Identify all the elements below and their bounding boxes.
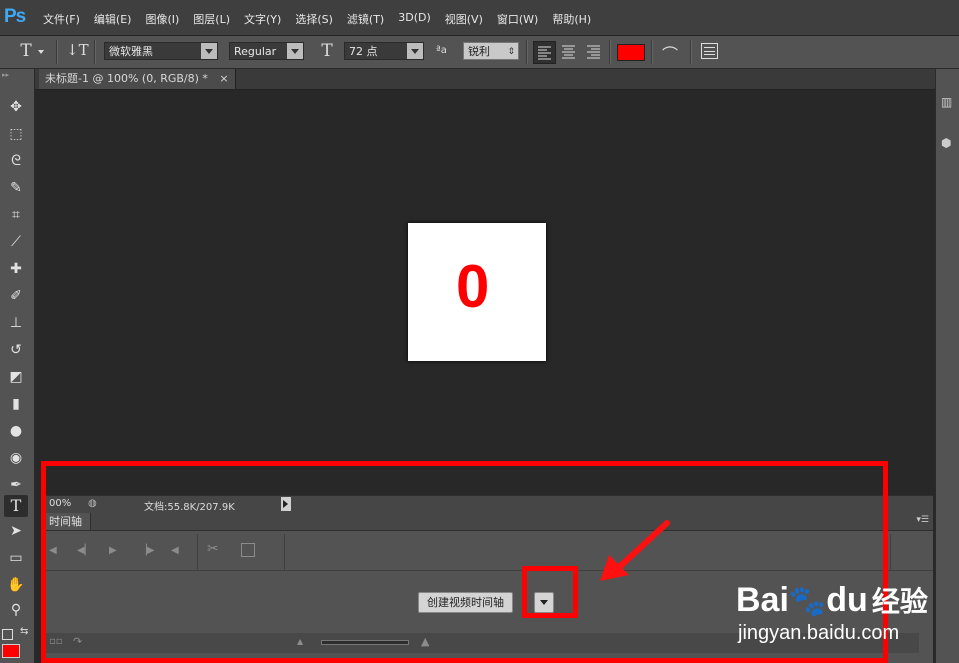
menu-filter[interactable]: 滤镜(T) bbox=[340, 11, 391, 27]
menu-layer[interactable]: 图层(L) bbox=[186, 11, 237, 27]
font-size-icon: T bbox=[321, 41, 333, 61]
watermark-brand-cn: 经验 bbox=[871, 586, 928, 617]
antialias-icon: ªa bbox=[436, 45, 447, 56]
menu-type[interactable]: 文字(Y) bbox=[237, 11, 288, 27]
divider bbox=[651, 40, 653, 64]
stepper-icon: ⇕ bbox=[507, 47, 515, 57]
menu-file[interactable]: 文件(F) bbox=[36, 11, 87, 27]
menu-view[interactable]: 视图(V) bbox=[438, 11, 490, 27]
menu-bar: Ps 文件(F) 编辑(E) 图像(I) 图层(L) 文字(Y) 选择(S) 滤… bbox=[0, 0, 959, 36]
type-tool-preset-icon[interactable]: T bbox=[16, 41, 36, 61]
antialias-value: 锐利 bbox=[468, 45, 490, 58]
panel-3d-icon[interactable]: ⬢ bbox=[941, 136, 951, 150]
brush-tool-icon[interactable]: ✐ bbox=[4, 285, 28, 307]
align-left-icon bbox=[538, 46, 551, 60]
canvas-text-layer: 0 bbox=[456, 253, 490, 320]
menu-list: 文件(F) 编辑(E) 图像(I) 图层(L) 文字(Y) 选择(S) 滤镜(T… bbox=[36, 11, 598, 27]
foreground-color-swatch[interactable] bbox=[2, 644, 20, 658]
align-right-button[interactable] bbox=[583, 41, 604, 62]
document-tab[interactable]: 未标题-1 @ 100% (0, RGB/8) * × bbox=[39, 69, 236, 89]
chevron-down-icon bbox=[287, 43, 303, 59]
antialias-select[interactable]: 锐利 ⇕ bbox=[463, 42, 519, 60]
blur-tool-icon[interactable]: ● bbox=[4, 420, 28, 442]
align-center-button[interactable] bbox=[558, 41, 579, 62]
tools-panel: ▸▸ ✥ ⬚ ᘓ ✎ ⌗ ⟋ ✚ ✐ ⊥ ↺ ◩ ▮ ● ◉ ✒ T ➤ ▭ ✋… bbox=[0, 69, 35, 663]
menu-window[interactable]: 窗口(W) bbox=[490, 11, 545, 27]
gradient-tool-icon[interactable]: ▮ bbox=[4, 393, 28, 415]
preset-chevron-down-icon[interactable] bbox=[38, 50, 44, 54]
history-brush-tool-icon[interactable]: ↺ bbox=[4, 339, 28, 361]
panel-menu-icon[interactable]: ▾☰ bbox=[916, 515, 929, 525]
annotation-arrow-icon bbox=[600, 520, 670, 581]
align-left-button[interactable] bbox=[533, 41, 556, 64]
divider bbox=[609, 40, 611, 64]
close-icon[interactable]: × bbox=[219, 72, 228, 85]
character-panel-icon[interactable] bbox=[701, 43, 718, 59]
watermark-brand: Bai bbox=[736, 581, 789, 619]
font-style-select[interactable]: Regular bbox=[229, 42, 304, 60]
options-bar: T ↓T 微软雅黑 Regular T 72 点 ªa 锐利 ⇕ ⌒ bbox=[0, 36, 959, 69]
shape-tool-icon[interactable]: ▭ bbox=[4, 547, 28, 569]
panel-histogram-icon[interactable]: ▥ bbox=[941, 95, 952, 109]
divider bbox=[94, 40, 96, 64]
right-panel-dock: ▥ ⬢ bbox=[935, 69, 959, 663]
chevron-down-icon bbox=[407, 43, 423, 59]
chevron-down-icon bbox=[201, 43, 217, 59]
divider bbox=[890, 534, 891, 570]
menu-select[interactable]: 选择(S) bbox=[288, 11, 340, 27]
baidu-watermark: Bai🐾du 经验 jingyan.baidu.com bbox=[736, 582, 928, 646]
collapse-icon[interactable]: ▸▸ bbox=[2, 71, 9, 79]
healing-brush-tool-icon[interactable]: ✚ bbox=[4, 258, 28, 280]
swap-colors-icon[interactable]: ⇆ bbox=[20, 626, 28, 637]
eyedropper-tool-icon[interactable]: ⟋ bbox=[4, 231, 28, 253]
lasso-tool-icon[interactable]: ᘓ bbox=[4, 150, 28, 172]
dodge-tool-icon[interactable]: ◉ bbox=[4, 447, 28, 469]
default-colors-icon[interactable] bbox=[2, 629, 13, 640]
watermark-url: jingyan.baidu.com bbox=[738, 622, 900, 644]
font-size-select[interactable]: 72 点 bbox=[344, 42, 424, 60]
document-tab-title: 未标题-1 @ 100% (0, RGB/8) * bbox=[45, 72, 208, 85]
annotation-highlight-box-small bbox=[522, 566, 578, 618]
menu-3d[interactable]: 3D(D) bbox=[391, 11, 438, 27]
divider bbox=[526, 40, 528, 64]
divider bbox=[56, 40, 58, 64]
paw-icon: 🐾 bbox=[788, 585, 827, 618]
font-size-value: 72 点 bbox=[349, 45, 378, 58]
toggle-text-orientation-icon[interactable]: ↓T bbox=[66, 41, 89, 59]
align-right-icon bbox=[587, 45, 600, 59]
font-family-select[interactable]: 微软雅黑 bbox=[104, 42, 218, 60]
divider bbox=[690, 40, 692, 64]
menu-image[interactable]: 图像(I) bbox=[138, 11, 186, 27]
warp-text-icon[interactable]: ⌒ bbox=[659, 41, 681, 65]
quick-select-tool-icon[interactable]: ✎ bbox=[4, 177, 28, 199]
text-color-swatch[interactable] bbox=[617, 44, 645, 61]
menu-help[interactable]: 帮助(H) bbox=[545, 11, 598, 27]
menu-edit[interactable]: 编辑(E) bbox=[87, 11, 139, 27]
path-selection-tool-icon[interactable]: ➤ bbox=[4, 520, 28, 542]
clone-stamp-tool-icon[interactable]: ⊥ bbox=[4, 312, 28, 334]
document-canvas[interactable]: 0 bbox=[408, 223, 546, 361]
watermark-brand-du: du bbox=[826, 581, 868, 619]
marquee-tool-icon[interactable]: ⬚ bbox=[4, 123, 28, 145]
zoom-tool-icon[interactable]: ⚲ bbox=[4, 599, 28, 621]
type-tool-icon[interactable]: T bbox=[4, 495, 28, 517]
move-tool-icon[interactable]: ✥ bbox=[4, 96, 28, 118]
crop-tool-icon[interactable]: ⌗ bbox=[4, 204, 28, 226]
font-family-value: 微软雅黑 bbox=[109, 45, 153, 58]
app-logo: Ps bbox=[4, 6, 26, 27]
hand-tool-icon[interactable]: ✋ bbox=[4, 574, 28, 596]
eraser-tool-icon[interactable]: ◩ bbox=[4, 366, 28, 388]
document-tab-bar: 未标题-1 @ 100% (0, RGB/8) * × bbox=[35, 69, 935, 90]
pen-tool-icon[interactable]: ✒ bbox=[4, 474, 28, 496]
font-style-value: Regular bbox=[234, 45, 277, 58]
align-center-icon bbox=[562, 45, 575, 59]
